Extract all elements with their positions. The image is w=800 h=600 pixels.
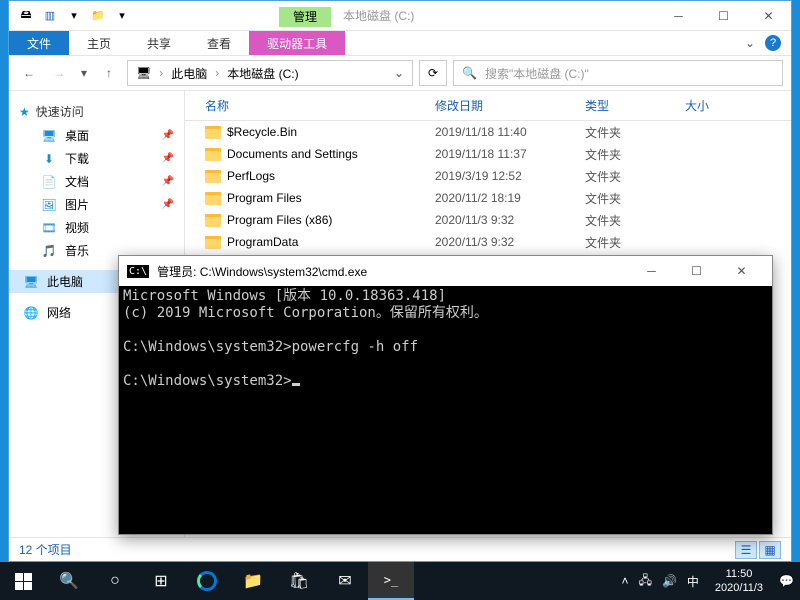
- table-row[interactable]: Program Files2020/11/2 18:19文件夹: [185, 187, 791, 209]
- system-tray: ˄ 🖧 🔊 中 11:50 2020/11/3 💬: [616, 567, 800, 595]
- qa-save-icon[interactable]: ▥: [41, 7, 59, 25]
- tray-overflow-icon[interactable]: ˄: [622, 574, 629, 588]
- folder-icon: 📁: [89, 7, 107, 25]
- col-name[interactable]: 名称: [185, 97, 435, 114]
- taskbar-explorer[interactable]: 📁: [230, 562, 276, 600]
- folder-icon: [205, 192, 221, 205]
- tab-file[interactable]: 文件: [9, 31, 69, 55]
- folder-icon: [205, 236, 221, 249]
- maximize-button[interactable]: ☐: [701, 1, 746, 30]
- folder-icon: [205, 214, 221, 227]
- pc-icon: 🖥: [134, 66, 153, 80]
- folder-icon: [205, 126, 221, 139]
- taskbar: 🔍 ○ ⊞ 📁 🛍 ✉ >_ ˄ 🖧 🔊 中 11:50 2020/11/3 💬: [0, 562, 800, 600]
- address-bar[interactable]: 🖥 › 此电脑 › 本地磁盘 (C:) ⌄: [127, 60, 413, 86]
- tray-network-icon[interactable]: 🖧: [639, 571, 652, 592]
- sidebar-item-documents[interactable]: 📄文档📌: [9, 170, 184, 193]
- tray-notifications-icon[interactable]: 💬: [779, 574, 794, 588]
- up-button[interactable]: ↑: [97, 61, 121, 85]
- taskbar-cmd[interactable]: >_: [368, 562, 414, 600]
- address-dropdown-icon[interactable]: ⌄: [392, 66, 406, 80]
- taskbar-mail[interactable]: ✉: [322, 562, 368, 600]
- cmd-window: C:\ 管理员: C:\Windows\system32\cmd.exe ─ ☐…: [118, 255, 773, 535]
- tray-volume-icon[interactable]: 🔊: [662, 574, 677, 588]
- search-input[interactable]: 🔍 搜索"本地磁盘 (C:)": [453, 60, 783, 86]
- table-row[interactable]: Program Files (x86)2020/11/3 9:32文件夹: [185, 209, 791, 231]
- item-count: 12 个项目: [19, 541, 72, 558]
- table-row[interactable]: ProgramData2020/11/3 9:32文件夹: [185, 231, 791, 253]
- cmd-icon: C:\: [127, 265, 149, 278]
- ribbon-tabs: 文件 主页 共享 查看 驱动器工具 ⌄ ?: [9, 31, 791, 55]
- minimize-button[interactable]: ─: [656, 1, 701, 30]
- refresh-button[interactable]: ⟳: [419, 60, 447, 86]
- cmd-close-button[interactable]: ✕: [719, 257, 764, 286]
- sidebar-item-videos[interactable]: 🎞视频: [9, 216, 184, 239]
- back-button[interactable]: ←: [17, 61, 41, 85]
- navigation-bar: ← → ▾ ↑ 🖥 › 此电脑 › 本地磁盘 (C:) ⌄ ⟳ 🔍 搜索"本地磁…: [9, 55, 791, 91]
- sidebar-item-downloads[interactable]: ⬇下载📌: [9, 147, 184, 170]
- status-bar: 12 个项目 ☰ ▦: [9, 537, 791, 561]
- window-title: 本地磁盘 (C:): [331, 7, 426, 24]
- tab-home[interactable]: 主页: [69, 31, 129, 55]
- task-view-button[interactable]: ⊞: [138, 562, 184, 600]
- cortana-button[interactable]: ○: [92, 562, 138, 600]
- taskbar-store[interactable]: 🛍: [276, 562, 322, 600]
- sidebar-item-desktop[interactable]: 🖥桌面📌: [9, 124, 184, 147]
- tab-share[interactable]: 共享: [129, 31, 189, 55]
- view-details-button[interactable]: ☰: [735, 541, 757, 559]
- folder-icon: [205, 148, 221, 161]
- help-icon[interactable]: ?: [765, 35, 781, 51]
- close-button[interactable]: ✕: [746, 1, 791, 30]
- cursor: [292, 383, 300, 386]
- table-row[interactable]: Documents and Settings2019/11/18 11:37文件…: [185, 143, 791, 165]
- contextual-tab-label: 管理: [279, 7, 331, 27]
- folder-icon: [205, 170, 221, 183]
- crumb-drive[interactable]: 本地磁盘 (C:): [225, 65, 300, 82]
- tab-view[interactable]: 查看: [189, 31, 249, 55]
- forward-button[interactable]: →: [47, 61, 71, 85]
- tray-clock[interactable]: 11:50 2020/11/3: [709, 567, 769, 595]
- start-button[interactable]: [0, 562, 46, 600]
- qa-dropdown-icon[interactable]: ▾: [65, 7, 83, 25]
- drive-icon: 🖴: [17, 7, 35, 25]
- cmd-titlebar[interactable]: C:\ 管理员: C:\Windows\system32\cmd.exe ─ ☐…: [119, 256, 772, 286]
- col-date[interactable]: 修改日期: [435, 97, 585, 114]
- search-button[interactable]: 🔍: [46, 562, 92, 600]
- sidebar-quick-access[interactable]: ★快速访问: [9, 99, 184, 124]
- cmd-maximize-button[interactable]: ☐: [674, 257, 719, 286]
- sidebar-item-pictures[interactable]: 🖼图片📌: [9, 193, 184, 216]
- search-icon: 🔍: [462, 66, 477, 80]
- tab-drive-tools[interactable]: 驱动器工具: [249, 31, 345, 55]
- qa-overflow-icon[interactable]: ▾: [113, 7, 131, 25]
- titlebar: 🖴 ▥ ▾ 📁 ▾ 管理 本地磁盘 (C:) ─ ☐ ✕: [9, 1, 791, 31]
- cmd-output[interactable]: Microsoft Windows [版本 10.0.18363.418] (c…: [119, 286, 772, 534]
- table-row[interactable]: PerfLogs2019/3/19 12:52文件夹: [185, 165, 791, 187]
- view-icons-button[interactable]: ▦: [759, 541, 781, 559]
- col-type[interactable]: 类型: [585, 97, 685, 114]
- cmd-title-text: 管理员: C:\Windows\system32\cmd.exe: [157, 263, 367, 280]
- table-row[interactable]: $Recycle.Bin2019/11/18 11:40文件夹: [185, 121, 791, 143]
- cmd-minimize-button[interactable]: ─: [629, 257, 674, 286]
- column-headers[interactable]: 名称 修改日期 类型 大小: [185, 91, 791, 121]
- recent-dropdown[interactable]: ▾: [77, 61, 91, 85]
- crumb-pc[interactable]: 此电脑: [169, 65, 209, 82]
- ribbon-expand-icon[interactable]: ⌄: [745, 36, 755, 50]
- tray-ime[interactable]: 中: [687, 573, 699, 590]
- search-placeholder: 搜索"本地磁盘 (C:)": [485, 65, 589, 82]
- col-size[interactable]: 大小: [685, 97, 765, 114]
- taskbar-edge[interactable]: [184, 562, 230, 600]
